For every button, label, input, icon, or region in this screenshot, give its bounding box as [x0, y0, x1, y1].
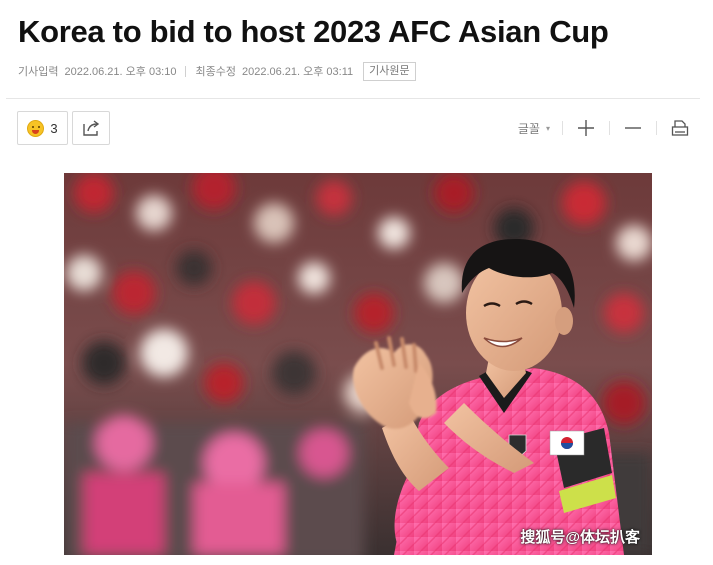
share-icon: [83, 120, 100, 136]
article-photo: 搜狐号@体坛扒客: [64, 173, 652, 555]
reaction-button[interactable]: 3: [17, 111, 68, 145]
font-decrease-button[interactable]: [622, 117, 644, 139]
updated-label: 최종수정: [195, 66, 236, 78]
reaction-count: 3: [50, 120, 58, 136]
plus-icon: [578, 120, 594, 136]
header-divider: [6, 98, 700, 99]
article-toolbar: 글꼴 ▾: [518, 114, 691, 142]
toolbar-divider: [609, 121, 610, 135]
original-article-button[interactable]: 기사원문: [363, 61, 416, 81]
toolbar-divider: [562, 121, 563, 135]
font-label: 글꼴: [517, 121, 540, 136]
published-date: 2022.06.21. 오후 03:10: [64, 66, 177, 78]
laughing-face-icon: [27, 119, 45, 137]
print-icon: [671, 120, 689, 136]
share-button[interactable]: [72, 111, 110, 145]
chevron-down-icon: ▾: [545, 123, 550, 133]
article-meta: 기사입력 2022.06.21. 오후 03:10 최종수정 2022.06.2…: [18, 61, 416, 81]
toolbar-divider: [656, 121, 657, 135]
soccer-player-celebration-image: [64, 173, 652, 555]
meta-divider: [185, 65, 187, 77]
article-headline: Korea to bid to host 2023 AFC Asian Cup: [18, 14, 609, 49]
photo-watermark: 搜狐号@体坛扒客: [520, 529, 640, 546]
print-button[interactable]: [669, 117, 691, 139]
updated-date: 2022.06.21. 오후 03:11: [241, 66, 354, 78]
font-increase-button[interactable]: [575, 117, 597, 139]
published-label: 기사입력: [18, 66, 59, 78]
font-select-button[interactable]: 글꼴 ▾: [518, 120, 550, 137]
minus-icon: [625, 127, 641, 129]
